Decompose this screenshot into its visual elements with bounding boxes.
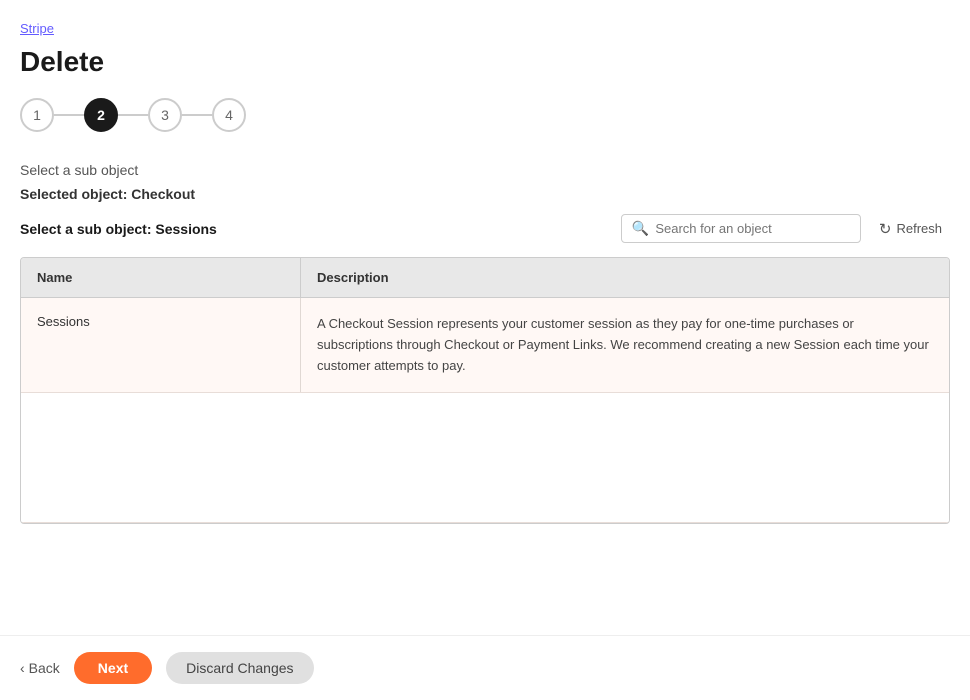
bottom-nav: ‹ Back Next Discard Changes xyxy=(0,635,970,700)
refresh-label: Refresh xyxy=(896,221,942,236)
search-box[interactable]: 🔍 xyxy=(621,214,861,243)
table-empty-area xyxy=(21,393,949,523)
refresh-icon: ↻ xyxy=(879,220,892,238)
back-arrow-icon: ‹ xyxy=(20,660,25,676)
page-title: Delete xyxy=(20,46,950,78)
next-button[interactable]: Next xyxy=(74,652,152,684)
sub-object-row: Select a sub object: Sessions 🔍 ↻ Refres… xyxy=(20,214,950,243)
column-header-description: Description xyxy=(301,258,949,297)
breadcrumb-link[interactable]: Stripe xyxy=(20,21,54,36)
discard-changes-button[interactable]: Discard Changes xyxy=(166,652,313,684)
table-header: Name Description xyxy=(21,258,949,298)
step-line-2 xyxy=(118,114,148,116)
search-input[interactable] xyxy=(655,221,850,236)
search-refresh-group: 🔍 ↻ Refresh xyxy=(621,214,950,243)
cell-description-sessions: A Checkout Session represents your custo… xyxy=(301,298,949,392)
back-label: Back xyxy=(29,660,60,676)
column-header-name: Name xyxy=(21,258,301,297)
page-wrapper: Stripe Delete 1 2 3 4 Select a sub objec… xyxy=(0,0,970,544)
step-2: 2 xyxy=(84,98,118,132)
step-line-1 xyxy=(54,114,84,116)
sub-object-label: Select a sub object: Sessions xyxy=(20,221,217,237)
section-label: Select a sub object xyxy=(20,162,950,178)
step-4: 4 xyxy=(212,98,246,132)
step-3: 3 xyxy=(148,98,182,132)
search-icon: 🔍 xyxy=(632,220,649,237)
cell-name-sessions: Sessions xyxy=(21,298,301,392)
step-1: 1 xyxy=(20,98,54,132)
table-row[interactable]: Sessions A Checkout Session represents y… xyxy=(21,298,949,393)
stepper: 1 2 3 4 xyxy=(20,98,950,132)
table-container: Name Description Sessions A Checkout Ses… xyxy=(20,257,950,524)
refresh-button[interactable]: ↻ Refresh xyxy=(871,216,950,242)
back-button[interactable]: ‹ Back xyxy=(20,660,60,676)
selected-object-label: Selected object: Checkout xyxy=(20,186,950,202)
step-line-3 xyxy=(182,114,212,116)
